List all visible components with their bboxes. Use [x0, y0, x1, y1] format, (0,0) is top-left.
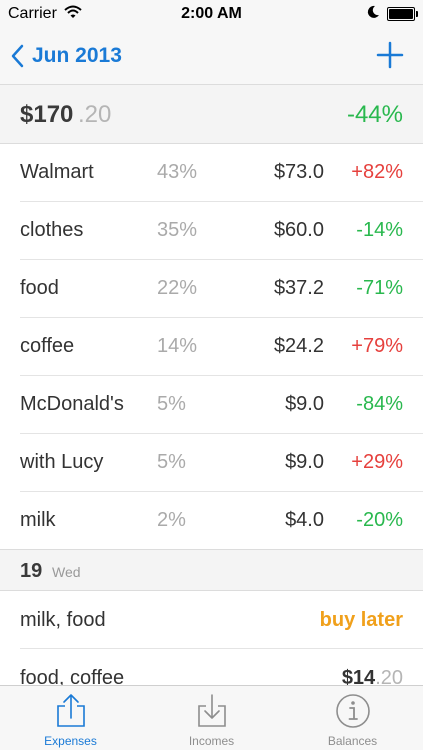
- category-percent: 14%: [157, 335, 198, 357]
- day-number: 19: [20, 560, 43, 582]
- category-name: McDonald's: [20, 393, 124, 415]
- day-section-header: 19 Wed: [0, 549, 423, 591]
- tab-label: Expenses: [44, 734, 97, 748]
- category-row[interactable]: with Lucy 5% $9.0 +29%: [20, 434, 423, 492]
- entry-row[interactable]: milk, food buy later: [0, 591, 423, 649]
- status-time: 2:00 AM: [181, 5, 242, 22]
- add-button[interactable]: [375, 40, 405, 70]
- category-change: +29%: [351, 451, 403, 473]
- category-name: with Lucy: [20, 451, 104, 473]
- category-name: milk: [20, 509, 56, 531]
- tab-label: Incomes: [188, 734, 235, 748]
- info-circle-icon: [336, 694, 370, 728]
- moon-icon: [365, 4, 381, 25]
- category-change: -20%: [356, 509, 403, 531]
- category-percent: 43%: [157, 161, 198, 183]
- weekday-label: Wed: [52, 564, 81, 580]
- total-cents: .20: [78, 101, 112, 128]
- category-amount: $9.0: [285, 451, 324, 473]
- total-amount: $170: [20, 101, 74, 128]
- share-box-icon: [57, 694, 85, 727]
- category-amount: $24.2: [273, 335, 324, 357]
- back-button-label: Jun 2013: [32, 44, 122, 67]
- category-row[interactable]: Walmart 43% $73.0 +82%: [20, 144, 423, 202]
- category-name: Walmart: [20, 161, 94, 183]
- category-name: coffee: [20, 335, 75, 357]
- category-row[interactable]: clothes 35% $60.0 -14%: [20, 202, 423, 260]
- category-amount: $73.0: [273, 161, 324, 183]
- category-amount: $4.0: [285, 509, 324, 531]
- entry-name: milk, food: [20, 609, 106, 631]
- category-change: -14%: [356, 219, 403, 241]
- status-bar: Carrier 2:00 AM: [0, 0, 423, 28]
- category-percent: 22%: [157, 277, 198, 299]
- category-percent: 35%: [157, 219, 198, 241]
- battery-icon: [387, 7, 418, 21]
- month-total-row: $170 .20 -44%: [0, 84, 423, 144]
- tab-balances[interactable]: Balances: [282, 686, 423, 750]
- plus-icon: [376, 41, 404, 69]
- category-list: Walmart 43% $73.0 +82% clothes 35% $60.0…: [0, 144, 423, 550]
- download-box-icon: [198, 694, 226, 727]
- category-amount: $9.0: [285, 393, 324, 415]
- category-percent: 2%: [157, 509, 186, 531]
- category-row[interactable]: coffee 14% $24.2 +79%: [20, 318, 423, 376]
- category-name: clothes: [20, 219, 84, 241]
- category-row[interactable]: food 22% $37.2 -71%: [20, 260, 423, 318]
- total-change: -44%: [346, 101, 403, 128]
- category-change: +82%: [351, 161, 403, 183]
- category-change: -71%: [356, 277, 403, 299]
- category-row[interactable]: milk 2% $4.0 -20%: [20, 492, 423, 550]
- back-button[interactable]: Jun 2013: [10, 40, 122, 72]
- category-change: -84%: [356, 393, 403, 415]
- entry-status: buy later: [319, 609, 403, 631]
- category-row[interactable]: McDonald's 5% $9.0 -84%: [20, 376, 423, 434]
- category-change: +79%: [351, 335, 403, 357]
- category-name: food: [20, 277, 59, 299]
- tab-expenses[interactable]: Expenses: [0, 686, 141, 750]
- navigation-bar: Jun 2013: [0, 28, 423, 84]
- chevron-left-icon: [11, 44, 24, 68]
- tab-bar: Expenses Incomes Balances: [0, 685, 423, 750]
- category-percent: 5%: [157, 451, 186, 473]
- tab-incomes[interactable]: Incomes: [141, 686, 282, 750]
- category-amount: $60.0: [273, 219, 324, 241]
- category-amount: $37.2: [273, 277, 324, 299]
- tab-label: Balances: [327, 734, 378, 748]
- category-percent: 5%: [157, 393, 186, 415]
